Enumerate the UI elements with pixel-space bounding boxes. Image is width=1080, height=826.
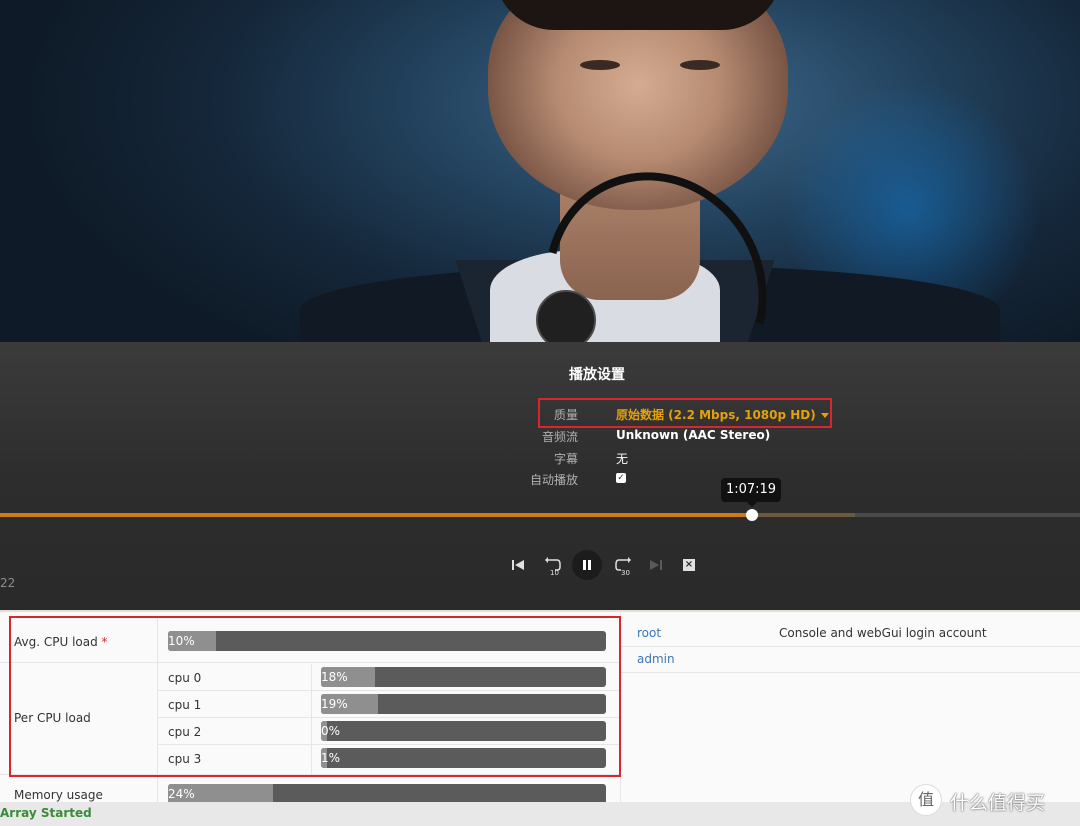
cpu-1-label: cpu 1 — [168, 698, 202, 712]
user-root-link[interactable]: root — [637, 626, 661, 640]
cpu-0-load-value: 18% — [321, 670, 348, 684]
quality-value: 原始数据 (2.2 Mbps, 1080p HD) — [616, 408, 816, 422]
row-divider — [158, 744, 620, 745]
video-hair — [494, 0, 782, 30]
pause-icon — [583, 560, 591, 570]
replay-10-label: 10 — [550, 569, 559, 577]
cpu-0-load-bar: 18% — [321, 667, 606, 687]
cpu-2-load-value: 0% — [321, 724, 341, 738]
video-eye-left — [580, 60, 620, 70]
memory-usage-label: Memory usage — [14, 788, 103, 802]
seek-bar[interactable] — [0, 509, 1080, 521]
column-divider — [157, 616, 158, 812]
quality-label: 质量 — [553, 408, 578, 422]
video-eye-right — [680, 60, 720, 70]
quality-row: 质量 原始数据 (2.2 Mbps, 1080p HD) — [480, 406, 1080, 426]
panel-number: 22 — [0, 576, 16, 590]
cpu-1-load-value: 19% — [321, 697, 348, 711]
seek-handle[interactable] — [745, 509, 758, 521]
subtitle-label: 字幕 — [553, 452, 578, 466]
avg-cpu-load-text: Avg. CPU load — [14, 635, 98, 649]
subtitle-value[interactable]: 无 — [616, 450, 628, 467]
cpu-2-label: cpu 2 — [168, 725, 202, 739]
autoplay-label: 自动播放 — [529, 473, 578, 487]
audio-label: 音频流 — [541, 430, 578, 444]
quality-dropdown[interactable]: 原始数据 (2.2 Mbps, 1080p HD) — [616, 406, 829, 423]
watermark-logo-icon: 值 — [910, 784, 942, 816]
stop-button[interactable]: × — [680, 553, 698, 577]
subtitle-row: 字幕 无 — [480, 450, 1080, 470]
per-cpu-load-label: Per CPU load — [14, 711, 91, 725]
avg-cpu-load-value: 10% — [168, 634, 195, 648]
memory-usage-value: 24% — [168, 787, 195, 801]
seek-progress — [0, 513, 752, 517]
avg-cpu-load-label: Avg. CPU load * — [14, 635, 108, 649]
playback-settings-title: 播放设置 — [569, 367, 625, 383]
array-status: Array Started — [0, 806, 92, 820]
cpu-3-label: cpu 3 — [168, 752, 202, 766]
seek-time-tooltip: 1:07:19 — [721, 478, 781, 507]
audio-value[interactable]: Unknown (AAC Stereo) — [616, 428, 770, 442]
memory-usage-bar: 24% — [168, 784, 606, 804]
audio-row: 音频流 Unknown (AAC Stereo) — [480, 428, 1080, 448]
user-root-description: Console and webGui login account — [779, 626, 987, 640]
pause-button[interactable] — [572, 550, 602, 580]
cpu-2-load-bar: 0% — [321, 721, 606, 741]
avg-cpu-load-bar: 10% — [168, 631, 606, 651]
row-divider — [0, 662, 620, 663]
row-divider — [0, 774, 620, 775]
watermark: 值 什么值得买 — [910, 782, 1080, 818]
row-divider — [621, 672, 1080, 673]
cpu-3-load-value: 1% — [321, 751, 341, 765]
row-divider — [621, 646, 1080, 647]
row-divider — [158, 690, 620, 691]
user-admin-link[interactable]: admin — [637, 652, 675, 666]
next-button[interactable] — [648, 553, 664, 577]
previous-icon — [512, 560, 524, 570]
stop-icon: × — [683, 559, 695, 571]
replay-10-button[interactable]: 10 — [542, 553, 564, 577]
system-load-table: Avg. CPU load * 10% Per CPU load cpu 0 1… — [0, 612, 621, 812]
previous-button[interactable] — [510, 553, 526, 577]
forward-30-label: 30 — [621, 569, 630, 577]
autoplay-checkbox[interactable]: ✓ — [616, 473, 626, 483]
cpu-0-label: cpu 0 — [168, 671, 202, 685]
row-divider — [158, 717, 620, 718]
video-frame[interactable] — [0, 0, 1080, 342]
required-mark: * — [101, 635, 108, 649]
forward-30-button[interactable]: 30 — [612, 553, 634, 577]
player-panel: 播放设置 质量 原始数据 (2.2 Mbps, 1080p HD) 音频流 Un… — [0, 342, 1080, 610]
watermark-text: 什么值得买 — [950, 792, 1046, 814]
video-microphone — [536, 290, 596, 342]
cpu-3-load-bar: 1% — [321, 748, 606, 768]
cpu-column-divider — [311, 664, 312, 776]
next-icon — [650, 560, 662, 570]
dropdown-arrow-icon — [820, 413, 829, 418]
cpu-1-load-bar: 19% — [321, 694, 606, 714]
